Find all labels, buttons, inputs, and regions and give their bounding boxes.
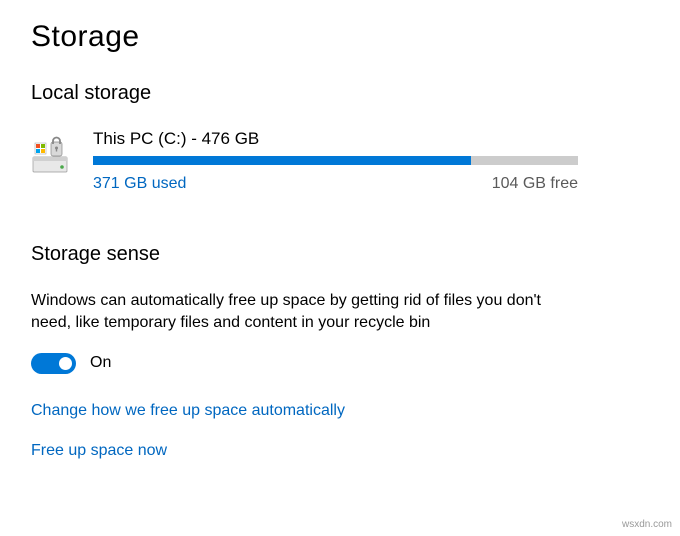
drive-usage-bar: [93, 156, 578, 165]
local-storage-heading: Local storage: [31, 82, 649, 105]
storage-sense-toggle-label: On: [90, 354, 111, 372]
storage-sense-toggle[interactable]: [31, 353, 76, 374]
storage-sense-toggle-row: On: [31, 353, 649, 374]
link-change-how[interactable]: Change how we free up space automaticall…: [31, 402, 649, 420]
watermark: wsxdn.com: [622, 519, 672, 530]
toggle-knob: [59, 357, 72, 370]
drive-info: This PC (C:) - 476 GB 371 GB used 104 GB…: [93, 129, 649, 193]
drive-usage-bar-fill: [93, 156, 471, 165]
drive-used-label: 371 GB used: [93, 175, 186, 193]
link-free-up-now[interactable]: Free up space now: [31, 442, 649, 460]
page-title: Storage: [31, 20, 649, 54]
storage-sense-description: Windows can automatically free up space …: [31, 290, 571, 335]
drive-stats: 371 GB used 104 GB free: [93, 175, 578, 193]
storage-sense-heading: Storage sense: [31, 243, 649, 266]
drive-free-label: 104 GB free: [492, 175, 578, 193]
drive-item[interactable]: This PC (C:) - 476 GB 371 GB used 104 GB…: [31, 129, 649, 193]
drive-icon: [31, 133, 73, 175]
drive-name: This PC (C:) - 476 GB: [93, 129, 649, 149]
